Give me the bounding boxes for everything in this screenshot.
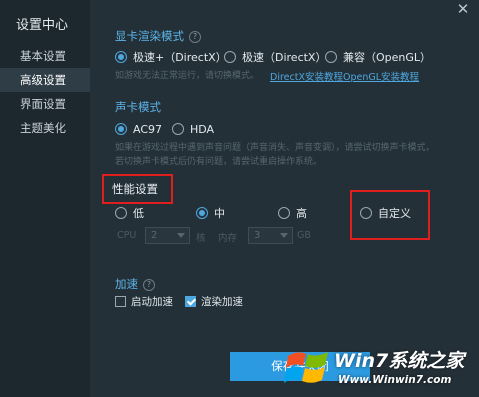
cpu-select-value: 2 [151, 230, 158, 241]
perf-option-low[interactable]: 低 [115, 205, 144, 221]
highlight-box-custom [350, 190, 430, 240]
cpu-unit: 核 [196, 233, 206, 244]
render-accel-checkbox[interactable]: 渲染加速 [185, 294, 243, 308]
checkbox-label: 渲染加速 [201, 295, 243, 308]
gpu-option-directx-plus[interactable]: 极速+（DirectX） [115, 49, 227, 65]
startup-accel-checkbox[interactable]: 启动加速 [115, 294, 173, 308]
settings-panel: 显卡渲染模式? 极速+（DirectX） 极速（DirectX） 兼容（Open… [90, 0, 479, 397]
watermark-title: Win7系统之家 [334, 350, 465, 372]
acceleration-title-text: 加速 [115, 277, 138, 291]
gpu-mode-title: 显卡渲染模式? [115, 28, 201, 44]
sound-mode-desc-line1: 如果在游戏过程中遇到声音问题（声音消失、声音变调），请尝试切换声卡模式， [115, 143, 435, 153]
checkbox-label: 启动加速 [131, 295, 173, 308]
help-icon[interactable]: ? [189, 31, 201, 43]
memory-label: 内存 [218, 233, 238, 244]
radio-label: HDA [190, 122, 215, 136]
help-icon[interactable]: ? [143, 279, 155, 291]
sidebar: 设置中心 基本设置 高级设置 界面设置 主题美化 [0, 0, 90, 397]
checkbox-icon[interactable] [185, 295, 196, 307]
sidebar-item-advanced[interactable]: 高级设置 [0, 68, 90, 92]
radio-label: 高 [296, 207, 307, 220]
radio-label: 极速（DirectX） [242, 51, 327, 64]
radio-icon[interactable] [196, 207, 208, 219]
watermark-url: Www.Winwin7.com [338, 374, 452, 386]
chevron-down-icon [177, 233, 185, 238]
memory-unit: GB [297, 230, 311, 241]
acceleration-title: 加速? [115, 276, 155, 292]
highlight-box-performance [102, 174, 173, 204]
gpu-option-opengl[interactable]: 兼容（OpenGL） [325, 49, 431, 65]
perf-option-high[interactable]: 高 [278, 205, 307, 221]
sidebar-item-interface[interactable]: 界面设置 [0, 92, 90, 116]
radio-icon[interactable] [224, 51, 236, 63]
gpu-option-directx[interactable]: 极速（DirectX） [224, 49, 326, 65]
memory-select-value: 3 [254, 230, 261, 241]
watermark: Win7系统之家 Www.Winwin7.com [282, 340, 477, 397]
radio-icon[interactable] [325, 51, 337, 63]
cpu-label: CPU [117, 230, 137, 241]
radio-label: 中 [214, 207, 225, 220]
sound-mode-desc-line2: 若切换声卡模式后仍有问题，请尝试重启操作系统。 [115, 157, 323, 167]
radio-icon[interactable] [278, 207, 290, 219]
directx-tutorial-link[interactable]: DirectX安装教程 [270, 69, 343, 83]
opengl-tutorial-link[interactable]: OpenGL安装教程 [343, 69, 419, 83]
sound-mode-title: 声卡模式 [115, 100, 161, 114]
windows-logo-icon [284, 352, 328, 383]
gpu-mode-desc: 如游戏无法正常运行，请切换模式。 [115, 71, 260, 81]
radio-label: 兼容（OpenGL） [343, 51, 432, 64]
cpu-select[interactable]: 2 [145, 227, 190, 244]
sound-option-hda[interactable]: HDA [172, 121, 214, 137]
sidebar-title: 设置中心 [16, 18, 69, 33]
radio-icon[interactable] [172, 123, 184, 135]
sound-option-ac97[interactable]: AC97 [115, 121, 162, 137]
gpu-mode-title-text: 显卡渲染模式 [115, 29, 184, 43]
sidebar-item-basic[interactable]: 基本设置 [0, 44, 90, 68]
checkbox-icon[interactable] [115, 295, 126, 307]
memory-select[interactable]: 3 [248, 227, 293, 244]
radio-label: 低 [133, 207, 144, 220]
chevron-down-icon [280, 233, 288, 238]
radio-label: AC97 [133, 122, 163, 136]
radio-label: 极速+（DirectX） [133, 51, 227, 64]
radio-icon[interactable] [115, 207, 127, 219]
sidebar-item-theme[interactable]: 主题美化 [0, 116, 90, 140]
perf-option-medium[interactable]: 中 [196, 205, 225, 221]
radio-icon[interactable] [115, 51, 127, 63]
radio-icon[interactable] [115, 123, 127, 135]
